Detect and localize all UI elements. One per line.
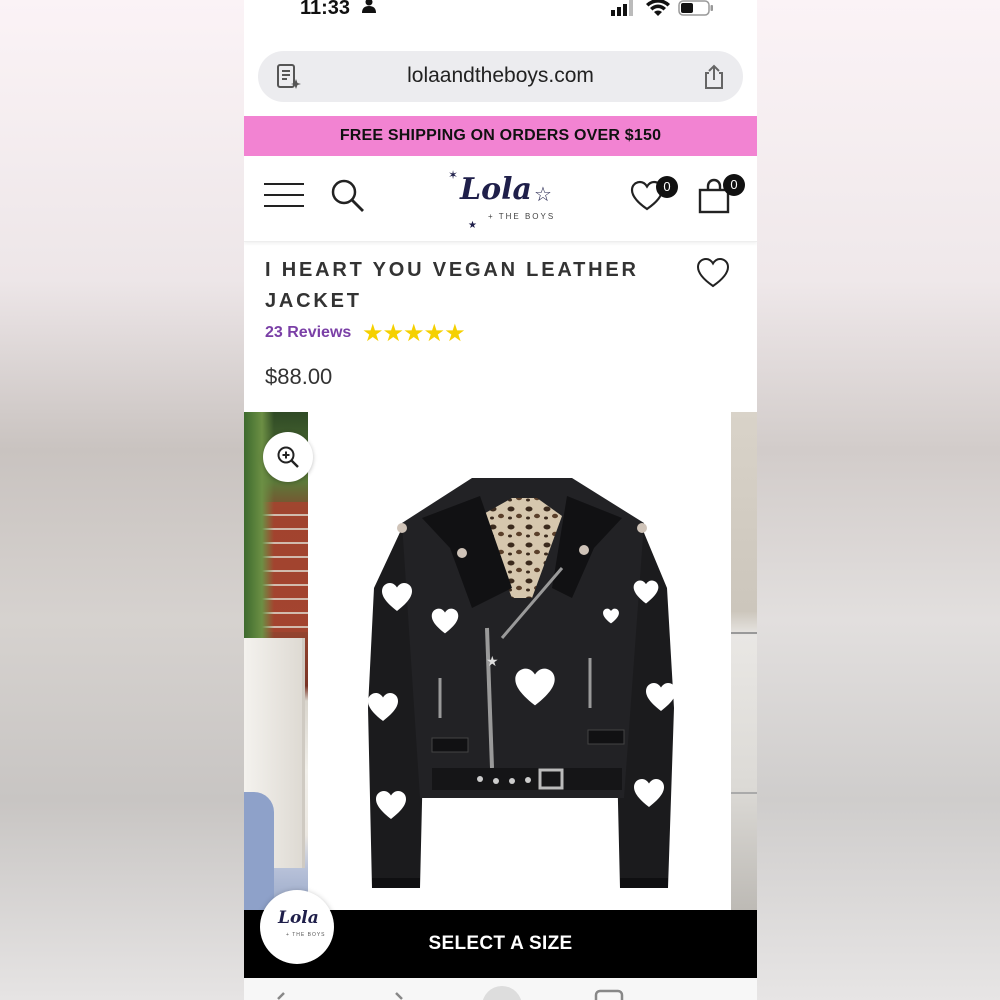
menu-icon[interactable] xyxy=(264,183,304,213)
background-right xyxy=(757,0,1000,1000)
product-image-jacket[interactable]: ★ xyxy=(362,468,682,908)
cart-button[interactable]: 0 xyxy=(697,174,745,219)
sparkle-icon: ✶ xyxy=(448,168,459,182)
svg-text:★: ★ xyxy=(486,654,499,670)
reviews-link[interactable]: 23 Reviews xyxy=(265,324,351,342)
battery-icon xyxy=(678,0,714,21)
product-gallery[interactable]: ★ xyxy=(244,412,757,910)
product-title: I HEART YOU VEGAN LEATHER JACKET xyxy=(265,259,639,312)
background-left xyxy=(0,0,244,1000)
back-icon[interactable] xyxy=(274,990,288,1000)
promo-banner: FREE SHIPPING ON ORDERS OVER $150 xyxy=(244,116,757,156)
chat-launcher-button[interactable]: Lola + THE BOYS xyxy=(260,890,334,964)
wishlist-button[interactable]: 0 xyxy=(630,176,678,217)
status-time: 11:33 xyxy=(300,0,351,19)
chat-logo-script: Lola xyxy=(278,908,319,928)
browser-toolbar xyxy=(244,978,757,1000)
rating-stars[interactable]: ★★★★★ xyxy=(362,322,466,346)
tabs-icon[interactable] xyxy=(594,988,624,1000)
wifi-icon xyxy=(646,0,670,22)
previous-product-image[interactable] xyxy=(244,412,308,910)
share-icon[interactable] xyxy=(703,64,725,95)
person-icon xyxy=(362,0,376,19)
logo-script: Lola xyxy=(460,172,532,207)
phone-screen: 11:33 lolaandtheboys.com FREE SHIPPING O… xyxy=(244,0,757,1000)
wishlist-count-badge: 0 xyxy=(656,176,678,198)
zoom-button[interactable] xyxy=(263,432,313,482)
url-text[interactable]: lolaandtheboys.com xyxy=(258,64,743,88)
site-header: ✶ Lola ☆ + THE BOYS ★ 0 0 xyxy=(244,156,757,242)
star-icon: ★ xyxy=(468,220,477,231)
forward-icon[interactable] xyxy=(392,990,406,1000)
product-price: $88.00 xyxy=(265,364,333,389)
signal-icon xyxy=(611,0,635,21)
search-icon[interactable] xyxy=(330,178,366,219)
site-logo[interactable]: ✶ Lola ☆ + THE BOYS ★ xyxy=(448,168,558,231)
star-outline-icon: ☆ xyxy=(534,184,552,206)
zoom-in-icon xyxy=(277,446,299,468)
cart-count-badge: 0 xyxy=(723,174,745,196)
logo-tagline: + THE BOYS xyxy=(488,212,556,221)
address-bar[interactable]: lolaandtheboys.com xyxy=(258,51,743,102)
new-tab-icon[interactable] xyxy=(480,984,524,1000)
chat-logo-tagline: + THE BOYS xyxy=(286,932,326,938)
next-product-image[interactable] xyxy=(731,412,757,910)
add-to-wishlist-heart-icon[interactable] xyxy=(696,257,730,294)
status-bar: 11:33 xyxy=(244,0,757,22)
